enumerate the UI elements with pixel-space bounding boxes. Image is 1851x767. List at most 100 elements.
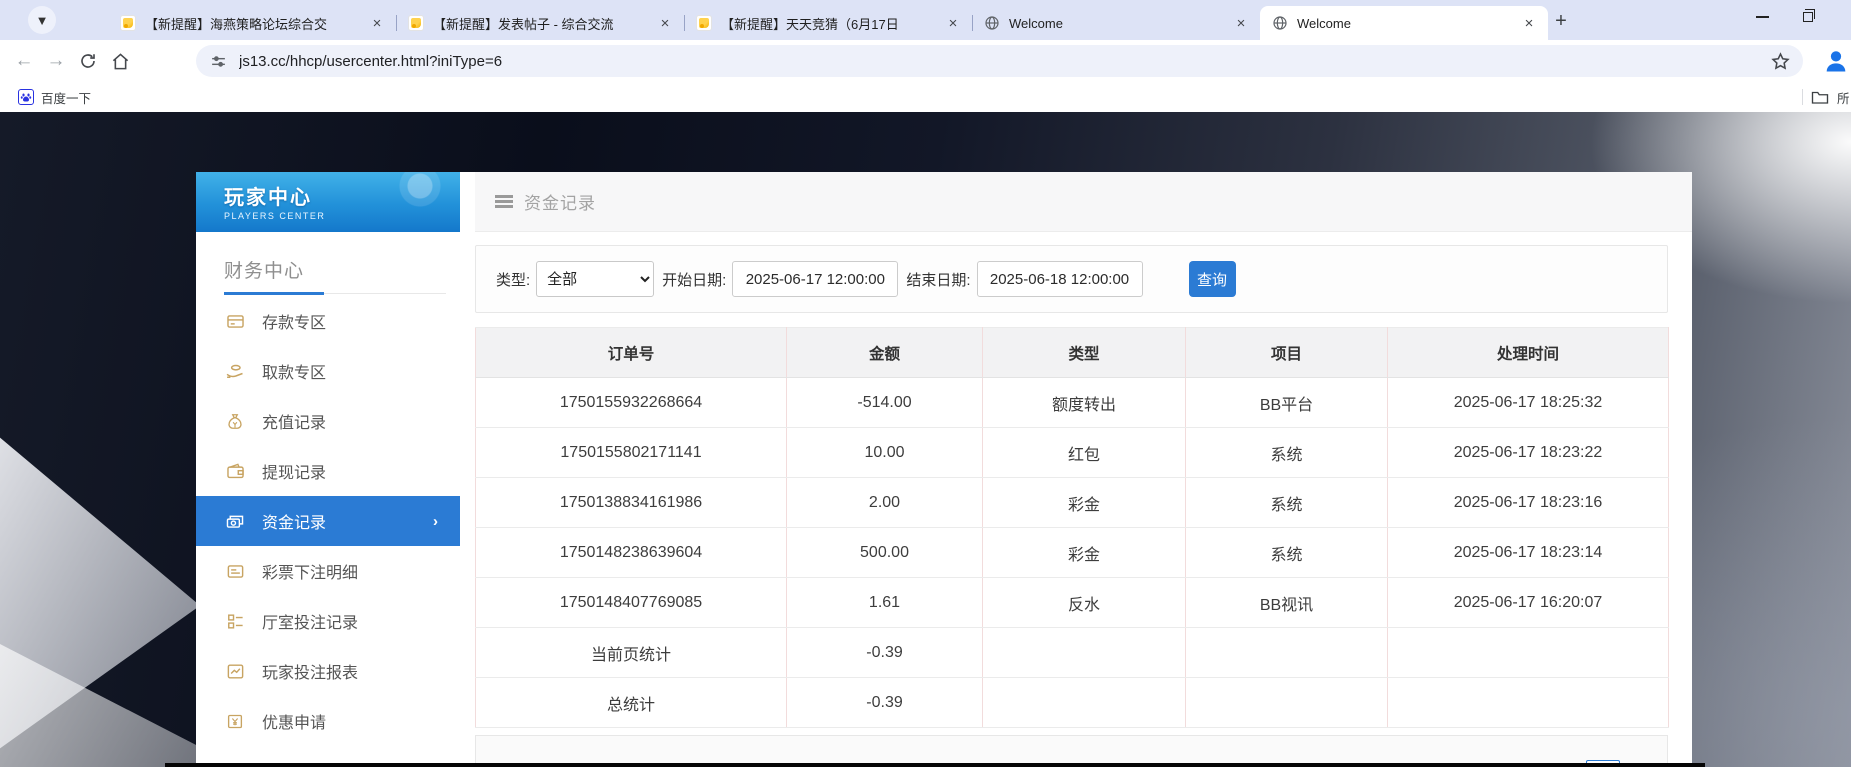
tab-close-icon[interactable]: × <box>1520 14 1538 32</box>
sidebar-item-取款专区[interactable]: 取款专区 <box>196 346 460 396</box>
table-cell: 1750148238639604 <box>476 528 787 578</box>
all-bookmarks-label[interactable]: 所 <box>1837 88 1851 107</box>
sidebar-item-label: 存款专区 <box>262 309 326 333</box>
end-date-label: 结束日期: <box>906 269 970 290</box>
table-cell: BB平台 <box>1186 378 1388 428</box>
page-title: 资金记录 <box>524 189 596 214</box>
browser-tab[interactable]: 【新提醒】天天竞猜（6月17日× <box>684 6 972 40</box>
table-cell: -0.39 <box>787 628 983 678</box>
sidebar-item-label: 取款专区 <box>262 359 326 383</box>
sidebar-item-优惠申请[interactable]: 优惠申请 <box>196 696 460 746</box>
tab-label: Welcome <box>1009 16 1232 31</box>
table-row: 17501388341619862.00彩金系统2025-06-17 18:23… <box>476 478 1669 528</box>
address-bar[interactable]: js13.cc/hhcp/usercenter.html?iniType=6 <box>196 45 1803 77</box>
reload-icon[interactable] <box>72 45 104 77</box>
table-cell <box>1186 628 1388 678</box>
bookmark-label: 百度一下 <box>41 88 91 107</box>
table-cell: BB视讯 <box>1186 578 1388 628</box>
sidebar-subtitle: PLAYERS CENTER <box>224 211 460 221</box>
start-date-input[interactable] <box>732 261 898 297</box>
table-cell: 系统 <box>1186 528 1388 578</box>
tab-close-icon[interactable]: × <box>368 14 386 32</box>
new-tab-button[interactable]: + <box>1548 8 1574 34</box>
table-row: 175015580217114110.00红包系统2025-06-17 18:2… <box>476 428 1669 478</box>
summary-row: 总统计-0.39 <box>476 678 1669 728</box>
start-date-label: 开始日期: <box>662 269 726 290</box>
site-settings-icon[interactable] <box>210 53 227 70</box>
browser-tab-strip: ▼ 【新提醒】海燕策略论坛综合交×【新提醒】发表帖子 - 综合交流×【新提醒】天… <box>0 0 1851 40</box>
bookmark-star-icon[interactable] <box>1770 51 1791 72</box>
tab-close-icon[interactable]: × <box>656 14 674 32</box>
sidebar-item-存款专区[interactable]: 存款专区 <box>196 296 460 346</box>
sidebar-item-label: 彩票下注明细 <box>262 559 358 583</box>
search-button[interactable]: 查询 <box>1189 261 1236 297</box>
table-cell: 额度转出 <box>983 378 1186 428</box>
window-restore-button[interactable] <box>1803 12 1813 22</box>
bubble-favicon-icon <box>696 15 712 31</box>
table-row: 1750148238639604500.00彩金系统2025-06-17 18:… <box>476 528 1669 578</box>
home-icon[interactable] <box>104 45 136 77</box>
bookmarks-separator <box>1802 89 1803 105</box>
sidebar-item-提现记录[interactable]: 提现记录 <box>196 446 460 496</box>
column-header: 处理时间 <box>1388 328 1669 378</box>
table-cell: 1750155932268664 <box>476 378 787 428</box>
tab-label: 【新提醒】天天竞猜（6月17日 <box>721 14 944 33</box>
end-date-input[interactable] <box>977 261 1143 297</box>
browser-tab[interactable]: 【新提醒】海燕策略论坛综合交× <box>108 6 396 40</box>
profile-avatar[interactable] <box>1822 47 1850 75</box>
globe-favicon-icon <box>984 15 1000 31</box>
bubble-favicon-icon <box>120 15 136 31</box>
sidebar-item-label: 资金记录 <box>262 509 326 533</box>
table-cell: 1750148407769085 <box>476 578 787 628</box>
table-cell: 红包 <box>983 428 1186 478</box>
tab-label: Welcome <box>1297 16 1520 31</box>
menu-toggle-icon[interactable] <box>495 195 513 208</box>
column-header: 项目 <box>1186 328 1388 378</box>
sidebar-item-玩家投注报表[interactable]: 玩家投注报表 <box>196 646 460 696</box>
browser-tab[interactable]: Welcome× <box>972 6 1260 40</box>
column-header: 类型 <box>983 328 1186 378</box>
filter-panel: 类型: 全部 开始日期: 结束日期: 查询 <box>475 245 1668 313</box>
column-header: 订单号 <box>476 328 787 378</box>
table-cell: 当前页统计 <box>476 628 787 678</box>
sidebar-item-彩票下注明细[interactable]: 彩票下注明细 <box>196 546 460 596</box>
sidebar-item-资金记录[interactable]: 资金记录 › <box>196 496 460 546</box>
wallet-icon <box>225 461 245 481</box>
table-cell: 总统计 <box>476 678 787 728</box>
chevron-right-icon: › <box>433 513 438 530</box>
forward-icon[interactable]: → <box>40 45 72 77</box>
summary-row: 当前页统计-0.39 <box>476 628 1669 678</box>
sidebar-header: 玩家中心 PLAYERS CENTER <box>196 172 460 232</box>
table-cell: 系统 <box>1186 478 1388 528</box>
sidebar-item-厅室投注记录[interactable]: 厅室投注记录 <box>196 596 460 646</box>
table-cell <box>983 678 1186 728</box>
table-cell: -0.39 <box>787 678 983 728</box>
tab-close-icon[interactable]: × <box>1232 14 1250 32</box>
table-cell: 1.61 <box>787 578 983 628</box>
back-icon[interactable]: ← <box>8 45 40 77</box>
sidebar-item-label: 厅室投注记录 <box>262 609 358 633</box>
table-cell: 2025-06-17 18:23:16 <box>1388 478 1669 528</box>
sidebar-item-label: 优惠申请 <box>262 709 326 733</box>
browser-tab[interactable]: 【新提醒】发表帖子 - 综合交流× <box>396 6 684 40</box>
bookmark-item-baidu[interactable]: 百度一下 <box>18 88 91 107</box>
type-select[interactable]: 全部 <box>536 261 654 297</box>
table-cell <box>1388 628 1669 678</box>
browser-tab[interactable]: Welcome× <box>1260 6 1548 40</box>
tab-close-icon[interactable]: × <box>944 14 962 32</box>
sidebar-item-充值记录[interactable]: 充值记录 <box>196 396 460 446</box>
sidebar-section-title: 财务中心 <box>224 256 304 283</box>
page-background: 玩家中心 PLAYERS CENTER 财务中心 存款专区取款专区充值记录提现记… <box>0 112 1851 767</box>
all-bookmarks-folder-icon[interactable] <box>1811 89 1829 105</box>
table-cell: 2025-06-17 18:25:32 <box>1388 378 1669 428</box>
table-cell <box>983 628 1186 678</box>
tab-search-chevron-icon[interactable]: ▼ <box>28 6 56 34</box>
table-row: 1750155932268664-514.00额度转出BB平台2025-06-1… <box>476 378 1669 428</box>
page-header: 资金记录 <box>475 172 1692 232</box>
table-cell: 500.00 <box>787 528 983 578</box>
report-chart-icon <box>225 661 245 681</box>
url-text[interactable]: js13.cc/hhcp/usercenter.html?iniType=6 <box>239 53 1770 70</box>
table-cell: 反水 <box>983 578 1186 628</box>
window-minimize-button[interactable] <box>1756 16 1769 18</box>
table-cell: 1750138834161986 <box>476 478 787 528</box>
